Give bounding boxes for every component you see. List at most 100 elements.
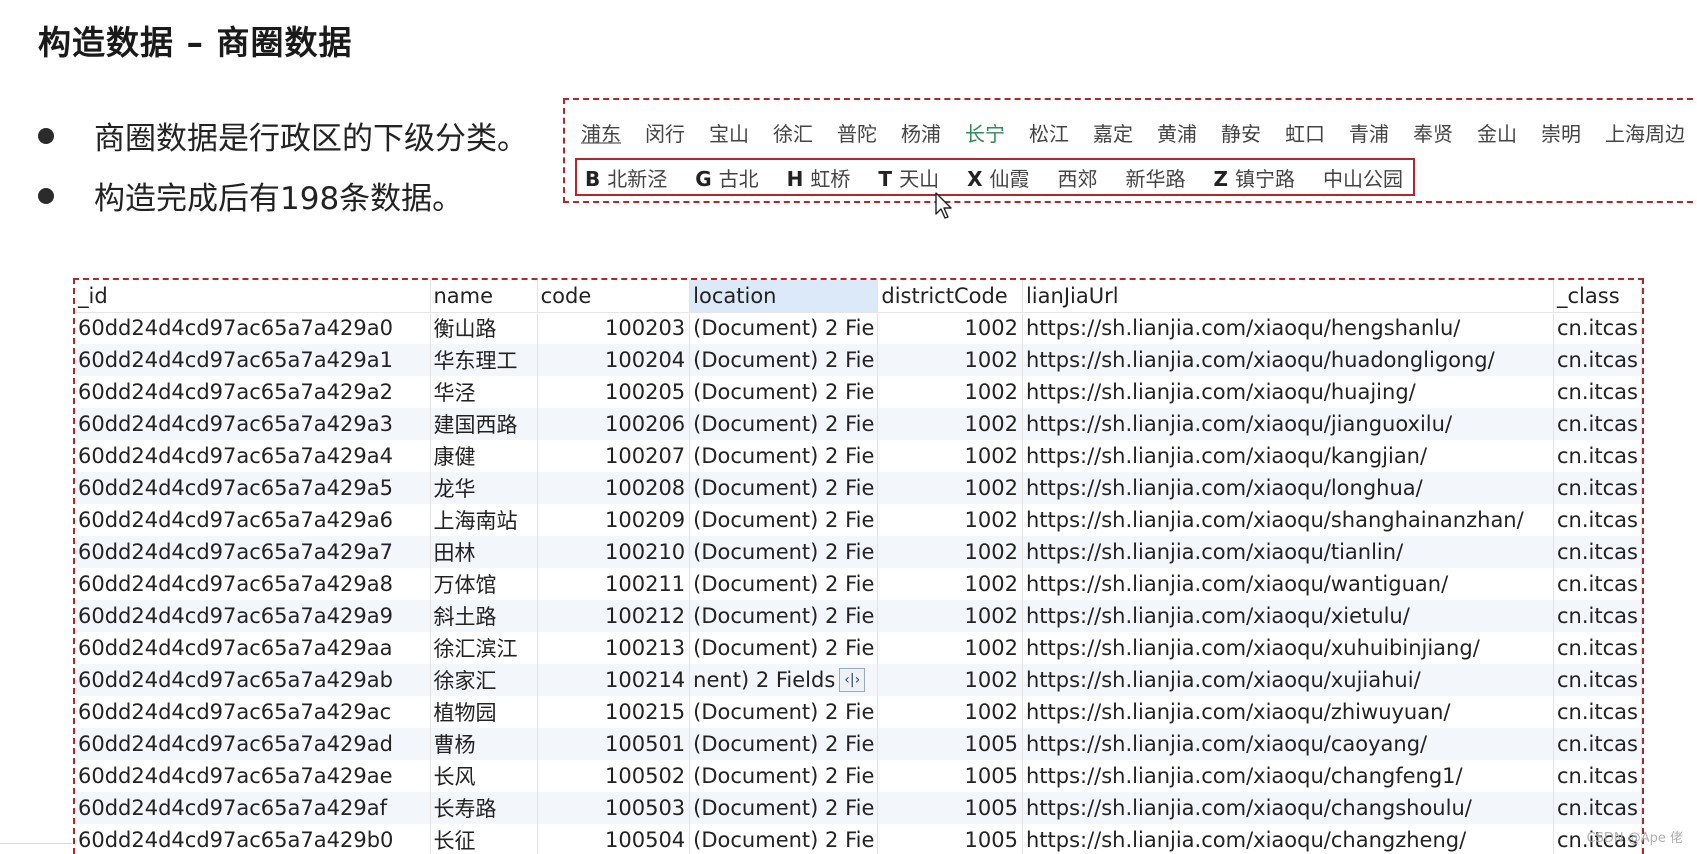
cell-editor[interactable]: nent) 2 Fields ‹|› — [693, 668, 866, 692]
sub-area-link[interactable]: T 天山 — [878, 163, 939, 192]
cell-name[interactable]: 衡山路 — [430, 312, 538, 344]
cell-code[interactable]: 100206 — [537, 408, 691, 440]
cell-code[interactable]: 100203 — [537, 312, 691, 344]
cell-location[interactable]: (Document) 2 Fie — [689, 376, 879, 408]
cell-class[interactable]: cn.itcas — [1553, 312, 1642, 344]
cell-id[interactable]: 60dd24d4cd97ac65a7a429ac — [75, 696, 431, 728]
cell-location[interactable]: (Document) 2 Fie — [689, 824, 879, 854]
sub-area-link[interactable]: X 仙霞 — [967, 163, 1029, 192]
cell-lianjia-url[interactable]: https://sh.lianjia.com/xiaoqu/caoyang/ — [1022, 728, 1555, 760]
table-row[interactable]: 60dd24d4cd97ac65a7a429a9 斜土路 100212 (Docume… — [75, 600, 1642, 632]
cell-district-code[interactable]: 1002 — [877, 568, 1023, 600]
cell-code[interactable]: 100210 — [537, 536, 691, 568]
cell-id[interactable]: 60dd24d4cd97ac65a7a429a9 — [75, 600, 431, 632]
table-row[interactable]: 60dd24d4cd97ac65a7a429af 长寿路 100503 (Docume… — [75, 792, 1642, 824]
cell-location-editing[interactable]: nent) 2 Fields ‹|› — [689, 664, 879, 696]
column-header-lianjiaurl[interactable]: lianJiaUrl — [1022, 280, 1555, 313]
cell-name[interactable]: 徐家汇 — [430, 664, 538, 696]
district-link[interactable]: 静安 — [1221, 118, 1261, 147]
cell-name[interactable]: 田林 — [430, 536, 538, 568]
cell-class[interactable]: cn.itcas — [1553, 472, 1642, 504]
cell-district-code[interactable]: 1002 — [877, 632, 1023, 664]
sub-area-link[interactable]: B 北新泾 — [585, 163, 667, 192]
cell-lianjia-url[interactable]: https://sh.lianjia.com/xiaoqu/xietulu/ — [1022, 600, 1555, 632]
cell-code[interactable]: 100502 — [537, 760, 691, 792]
cell-id[interactable]: 60dd24d4cd97ac65a7a429aa — [75, 632, 431, 664]
cell-lianjia-url[interactable]: https://sh.lianjia.com/xiaoqu/longhua/ — [1022, 472, 1555, 504]
sub-area-link[interactable]: 西郊 — [1058, 163, 1098, 192]
cell-location[interactable]: (Document) 2 Fie — [689, 312, 879, 344]
cell-district-code[interactable]: 1002 — [877, 376, 1023, 408]
district-link[interactable]: 徐汇 — [773, 118, 813, 147]
cell-lianjia-url[interactable]: https://sh.lianjia.com/xiaoqu/jianguoxil… — [1022, 408, 1555, 440]
cell-id[interactable]: 60dd24d4cd97ac65a7a429a4 — [75, 440, 431, 472]
table-row[interactable]: 60dd24d4cd97ac65a7a429a6 上海南站 100209 (Docum… — [75, 504, 1642, 536]
cell-name[interactable]: 斜土路 — [430, 600, 538, 632]
cell-location[interactable]: (Document) 2 Fie — [689, 600, 879, 632]
cell-editor-text[interactable]: nent) 2 Fields — [693, 668, 835, 692]
column-header-location[interactable]: location — [689, 280, 879, 313]
cell-code[interactable]: 100214 — [537, 664, 691, 696]
cell-id[interactable]: 60dd24d4cd97ac65a7a429a7 — [75, 536, 431, 568]
cell-name[interactable]: 长风 — [430, 760, 538, 792]
cell-district-code[interactable]: 1002 — [877, 664, 1023, 696]
cell-lianjia-url[interactable]: https://sh.lianjia.com/xiaoqu/wantiguan/ — [1022, 568, 1555, 600]
district-link[interactable]: 奉贤 — [1413, 118, 1453, 147]
cell-location[interactable]: (Document) 2 Fie — [689, 792, 879, 824]
district-link[interactable]: 松江 — [1029, 118, 1069, 147]
cell-location[interactable]: (Document) 2 Fie — [689, 504, 879, 536]
cell-lianjia-url[interactable]: https://sh.lianjia.com/xiaoqu/tianlin/ — [1022, 536, 1555, 568]
cell-district-code[interactable]: 1005 — [877, 760, 1023, 792]
cell-class[interactable]: cn.itcas — [1553, 568, 1642, 600]
cell-district-code[interactable]: 1002 — [877, 696, 1023, 728]
cell-name[interactable]: 万体馆 — [430, 568, 538, 600]
cell-lianjia-url[interactable]: https://sh.lianjia.com/xiaoqu/xuhuibinji… — [1022, 632, 1555, 664]
table-row[interactable]: 60dd24d4cd97ac65a7a429ae 长风 100502 (Documen… — [75, 760, 1642, 792]
cell-code[interactable]: 100207 — [537, 440, 691, 472]
cell-location[interactable]: (Document) 2 Fie — [689, 344, 879, 376]
cell-name[interactable]: 植物园 — [430, 696, 538, 728]
table-row[interactable]: 60dd24d4cd97ac65a7a429a4 康健 100207 (Documen… — [75, 440, 1642, 472]
cell-class[interactable]: cn.itcas — [1553, 632, 1642, 664]
column-header-districtcode[interactable]: districtCode — [877, 280, 1023, 313]
cell-location[interactable]: (Document) 2 Fie — [689, 696, 879, 728]
cell-location[interactable]: (Document) 2 Fie — [689, 632, 879, 664]
district-link[interactable]: 杨浦 — [901, 118, 941, 147]
cell-location[interactable]: (Document) 2 Fie — [689, 728, 879, 760]
cell-lianjia-url[interactable]: https://sh.lianjia.com/xiaoqu/changzheng… — [1022, 824, 1555, 854]
table-row[interactable]: 60dd24d4cd97ac65a7a429a8 万体馆 100211 (Docume… — [75, 568, 1642, 600]
cell-name[interactable]: 上海南站 — [430, 504, 538, 536]
column-header-class[interactable]: _class — [1553, 280, 1642, 313]
cell-code[interactable]: 100205 — [537, 376, 691, 408]
cell-code[interactable]: 100501 — [537, 728, 691, 760]
table-row[interactable]: 60dd24d4cd97ac65a7a429b0 长征 100504 (Documen… — [75, 824, 1642, 854]
table-row[interactable]: 60dd24d4cd97ac65a7a429a1 华东理工 100204 (Docum… — [75, 344, 1642, 376]
cell-code[interactable]: 100208 — [537, 472, 691, 504]
cell-id[interactable]: 60dd24d4cd97ac65a7a429ab — [75, 664, 431, 696]
cell-code[interactable]: 100504 — [537, 824, 691, 854]
cell-name[interactable]: 长寿路 — [430, 792, 538, 824]
cell-district-code[interactable]: 1005 — [877, 728, 1023, 760]
sub-area-link[interactable]: 中山公园 — [1323, 163, 1403, 192]
column-header-code[interactable]: code — [537, 280, 691, 313]
district-link[interactable]: 嘉定 — [1093, 118, 1133, 147]
cell-location[interactable]: (Document) 2 Fie — [689, 536, 879, 568]
district-link[interactable]: 虹口 — [1285, 118, 1325, 147]
cell-code[interactable]: 100209 — [537, 504, 691, 536]
cell-lianjia-url[interactable]: https://sh.lianjia.com/xiaoqu/zhiwuyuan/ — [1022, 696, 1555, 728]
cell-id[interactable]: 60dd24d4cd97ac65a7a429af — [75, 792, 431, 824]
cell-district-code[interactable]: 1002 — [877, 344, 1023, 376]
cell-name[interactable]: 龙华 — [430, 472, 538, 504]
cell-code[interactable]: 100503 — [537, 792, 691, 824]
cell-location[interactable]: (Document) 2 Fie — [689, 760, 879, 792]
cell-class[interactable]: cn.itcas — [1553, 792, 1642, 824]
cell-name[interactable]: 建国西路 — [430, 408, 538, 440]
cell-district-code[interactable]: 1002 — [877, 536, 1023, 568]
district-link[interactable]: 金山 — [1477, 118, 1517, 147]
sub-area-link[interactable]: Z 镇宁路 — [1214, 163, 1296, 192]
cell-district-code[interactable]: 1002 — [877, 312, 1023, 344]
cell-name[interactable]: 华东理工 — [430, 344, 538, 376]
cell-code[interactable]: 100215 — [537, 696, 691, 728]
cell-id[interactable]: 60dd24d4cd97ac65a7a429a8 — [75, 568, 431, 600]
district-link[interactable]: 普陀 — [837, 118, 877, 147]
